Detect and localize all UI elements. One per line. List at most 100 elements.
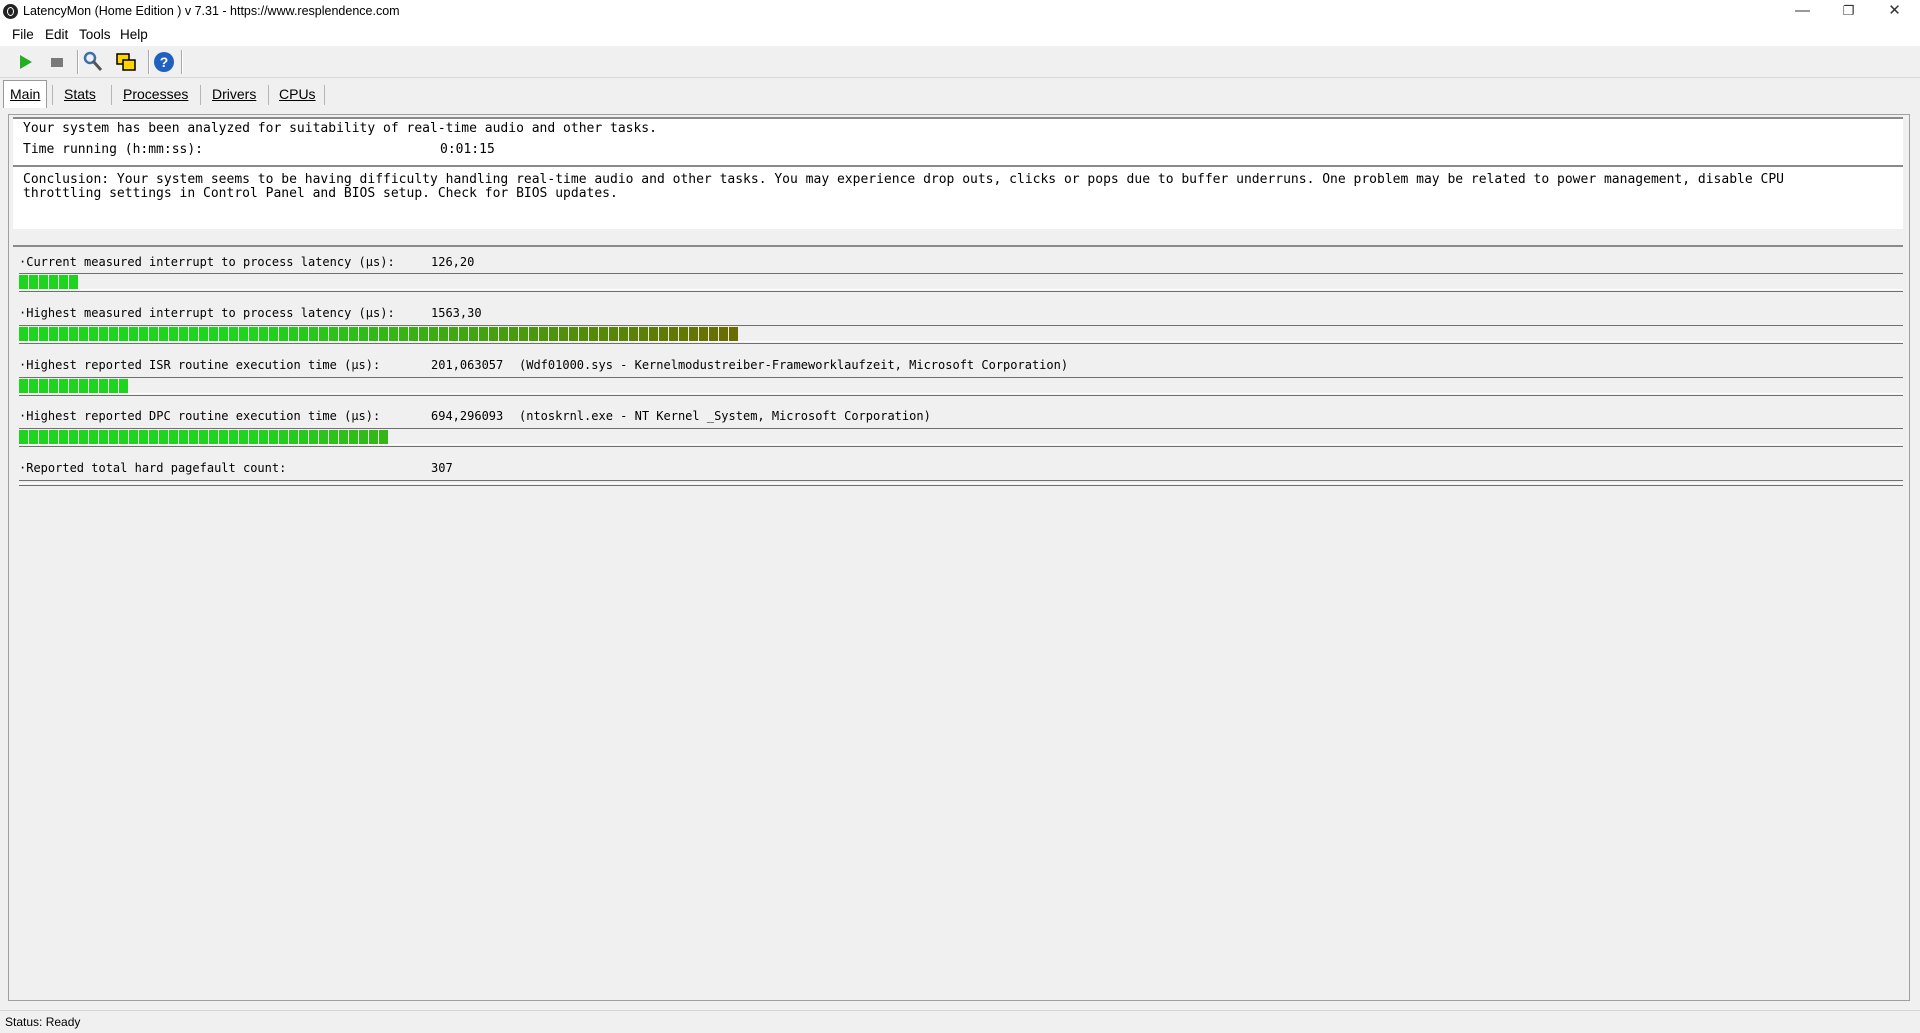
menu-help[interactable]: Help	[120, 27, 148, 42]
menu-file[interactable]: File	[12, 27, 34, 42]
bar-segment	[359, 430, 368, 444]
tab-separator	[111, 85, 112, 105]
latency-bar	[19, 273, 1903, 292]
bar-segment	[469, 327, 478, 341]
bar-segment	[649, 327, 658, 341]
time-running-label: Time running (h:mm:ss):	[23, 142, 204, 157]
tab-processes[interactable]: Processes	[117, 82, 194, 106]
wrench-icon[interactable]	[80, 49, 106, 75]
bar-segment	[189, 430, 198, 444]
tab-separator	[268, 85, 269, 105]
bar-segment	[89, 379, 98, 393]
close-button[interactable]: ✕	[1872, 0, 1917, 24]
bar-segment	[189, 327, 198, 341]
bar-segment	[359, 327, 368, 341]
bar-segment	[299, 327, 308, 341]
bar-segment	[339, 327, 348, 341]
windows-icon[interactable]	[113, 49, 139, 75]
bar-segment	[159, 430, 168, 444]
bar-segment	[729, 327, 738, 341]
bar-segment	[159, 327, 168, 341]
bar-segment	[709, 327, 718, 341]
svg-text:?: ?	[160, 54, 169, 70]
bar-segment	[229, 327, 238, 341]
bar-segment	[129, 430, 138, 444]
bar-segment	[319, 327, 328, 341]
bar-segment	[29, 430, 38, 444]
metric-detail: (Wdf01000.sys - Kernelmodustreiber-Frame…	[519, 358, 1069, 372]
bar-segment	[79, 430, 88, 444]
stop-icon[interactable]	[44, 49, 70, 75]
bar-segment	[49, 430, 58, 444]
bar-fill	[19, 275, 79, 289]
bar-segment	[39, 430, 48, 444]
analysis-box: Your system has been analyzed for suitab…	[13, 117, 1903, 165]
bar-segment	[339, 430, 348, 444]
metric-value: 126,20	[431, 255, 475, 269]
window-title: LatencyMon (Home Edition ) v 7.31 - http…	[23, 4, 400, 18]
minimize-button[interactable]: —	[1780, 0, 1825, 24]
bar-segment	[69, 327, 78, 341]
bar-segment	[289, 430, 298, 444]
bar-segment	[69, 430, 78, 444]
menu-bar: File Edit Tools Help	[0, 24, 1920, 47]
metric-label: ·Current measured interrupt to process l…	[19, 255, 395, 269]
bar-segment	[99, 430, 108, 444]
bar-segment	[349, 327, 358, 341]
bar-segment	[559, 327, 568, 341]
bar-segment	[509, 327, 518, 341]
bar-segment	[139, 430, 148, 444]
tab-main[interactable]: Main	[3, 80, 48, 108]
bar-segment	[309, 327, 318, 341]
bar-segment	[609, 327, 618, 341]
play-icon[interactable]	[12, 49, 38, 75]
tab-drivers[interactable]: Drivers	[206, 82, 262, 106]
bar-segment	[369, 430, 378, 444]
bar-segment	[169, 430, 178, 444]
bar-segment	[379, 430, 388, 444]
metric-label: ·Highest reported DPC routine execution …	[19, 409, 381, 423]
bar-segment	[89, 430, 98, 444]
metric-label: ·Reported total hard pagefault count:	[19, 461, 287, 475]
bar-segment	[59, 430, 68, 444]
bar-segment	[49, 327, 58, 341]
bar-segment	[89, 327, 98, 341]
bar-fill	[19, 327, 739, 341]
bar-segment	[329, 327, 338, 341]
bar-segment	[19, 379, 28, 393]
latency-bar	[19, 480, 1903, 486]
bar-segment	[179, 430, 188, 444]
bar-segment	[519, 327, 528, 341]
restore-button[interactable]: ❐	[1826, 0, 1871, 24]
bar-segment	[39, 327, 48, 341]
bar-segment	[719, 327, 728, 341]
help-icon[interactable]: ?	[151, 49, 177, 75]
bar-segment	[29, 275, 38, 289]
bar-segment	[59, 275, 68, 289]
bar-segment	[569, 327, 578, 341]
menu-tools[interactable]: Tools	[79, 27, 111, 42]
bar-segment	[169, 327, 178, 341]
bar-segment	[699, 327, 708, 341]
metric-label: ·Highest measured interrupt to process l…	[19, 306, 395, 320]
tab-cpus[interactable]: CPUs	[273, 82, 322, 106]
menu-edit[interactable]: Edit	[45, 27, 68, 42]
latency-bar	[19, 428, 1903, 447]
bar-segment	[449, 327, 458, 341]
bar-segment	[619, 327, 628, 341]
bar-segment	[269, 430, 278, 444]
app-icon	[3, 4, 18, 19]
metrics-list: ·Current measured interrupt to process l…	[13, 245, 1903, 997]
metric-detail: (ntoskrnl.exe - NT Kernel _System, Micro…	[519, 409, 931, 423]
bar-segment	[179, 327, 188, 341]
bar-segment	[329, 430, 338, 444]
bar-segment	[69, 379, 78, 393]
tab-stats[interactable]: Stats	[58, 82, 102, 106]
bar-fill	[19, 430, 389, 444]
bar-segment	[599, 327, 608, 341]
conclusion-line-2: throttling settings in Control Panel and…	[23, 186, 618, 201]
analysis-text: Your system has been analyzed for suitab…	[23, 121, 657, 136]
bar-segment	[239, 327, 248, 341]
bar-segment	[289, 327, 298, 341]
bar-segment	[279, 327, 288, 341]
